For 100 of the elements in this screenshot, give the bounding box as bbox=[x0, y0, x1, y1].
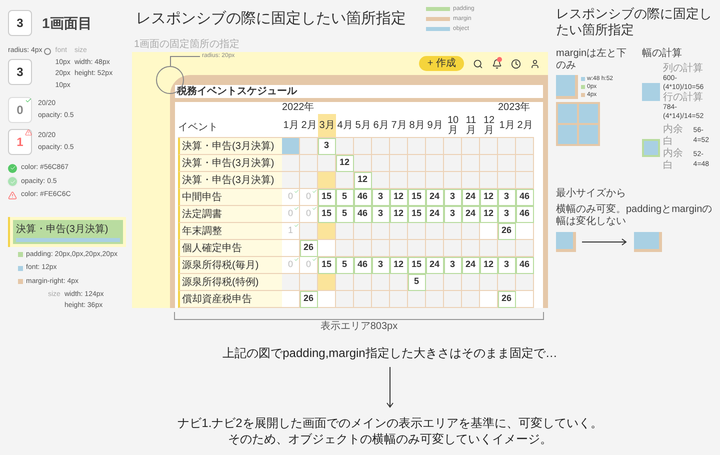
count-cell[interactable]: 24 bbox=[462, 206, 480, 223]
count-cell[interactable]: 26 bbox=[300, 240, 318, 257]
count-cell[interactable]: 3 bbox=[444, 189, 462, 206]
user-icon[interactable] bbox=[530, 58, 540, 68]
check-icon bbox=[25, 97, 32, 104]
count-cell[interactable]: 15 bbox=[318, 206, 336, 223]
note-text: 最小サイズから bbox=[556, 188, 627, 200]
event-label: 中間申告 bbox=[178, 189, 282, 206]
count-cell[interactable]: 12 bbox=[390, 189, 408, 206]
count-cell[interactable]: 12 bbox=[336, 155, 354, 172]
note-text: 横幅のみ可変。paddingとmarginの幅は変化しない bbox=[556, 204, 714, 228]
count-cell[interactable]: 46 bbox=[354, 189, 372, 206]
count-cell[interactable]: 46 bbox=[354, 257, 372, 274]
object-box bbox=[634, 232, 662, 252]
status-card: 1 bbox=[8, 129, 32, 155]
search-icon[interactable] bbox=[473, 58, 483, 68]
status-card: 3 bbox=[8, 58, 32, 84]
count-cell[interactable]: 5 bbox=[336, 206, 354, 223]
event-label: 決算・申告(3月決算) bbox=[178, 155, 282, 172]
event-label: 償却資産税申告 bbox=[178, 291, 282, 308]
count-cell[interactable]: 12 bbox=[354, 172, 372, 189]
calc-label: 列の計算 bbox=[663, 63, 704, 74]
count-cell[interactable]: 12 bbox=[390, 257, 408, 274]
object-box bbox=[642, 139, 660, 157]
panel-title: 税務イベントスケジュール bbox=[175, 85, 543, 98]
bell-icon[interactable] bbox=[492, 58, 502, 68]
count-cell[interactable]: 46 bbox=[516, 189, 534, 206]
section-title: 1画面目 bbox=[42, 14, 92, 32]
check-icon bbox=[312, 257, 317, 262]
count-cell[interactable]: 46 bbox=[516, 206, 534, 223]
count-cell[interactable]: 3 bbox=[498, 206, 516, 223]
check-icon bbox=[312, 189, 317, 194]
note-text: 幅の計算 bbox=[642, 48, 683, 60]
count-cell[interactable]: 12 bbox=[480, 257, 498, 274]
status-card: 3 bbox=[8, 10, 32, 36]
count-cell[interactable]: 3 bbox=[372, 257, 390, 274]
count-cell[interactable]: 3 bbox=[444, 206, 462, 223]
count-cell[interactable]: 12 bbox=[480, 206, 498, 223]
check-icon bbox=[312, 206, 317, 211]
check-icon bbox=[294, 189, 299, 194]
count-cell[interactable]: 26 bbox=[498, 291, 516, 308]
note-text: marginは左と下のみ bbox=[556, 48, 628, 72]
count-cell[interactable]: 46 bbox=[516, 257, 534, 274]
count-cell[interactable]: 12 bbox=[480, 189, 498, 206]
count-cell[interactable]: 46 bbox=[354, 206, 372, 223]
event-label: 源泉所得税(特例) bbox=[178, 274, 282, 291]
note-text: 上記の図でpadding,margin指定した大きさはそのまま固定で… bbox=[222, 345, 558, 361]
count-cell[interactable]: 3 bbox=[318, 138, 336, 155]
section-title: レスポンシブの際に固定したい箇所指定 bbox=[556, 5, 713, 38]
down-arrow-icon bbox=[386, 367, 394, 409]
object-box bbox=[556, 232, 576, 252]
create-button[interactable]: + 作成 bbox=[419, 56, 464, 71]
count-cell[interactable]: 24 bbox=[462, 257, 480, 274]
year-label: 2023年 bbox=[498, 102, 532, 114]
calc-label: 行の計算 bbox=[663, 92, 704, 103]
count-cell[interactable]: 24 bbox=[426, 189, 444, 206]
count-cell[interactable]: 12 bbox=[390, 206, 408, 223]
leader-line bbox=[170, 56, 200, 66]
count-cell[interactable]: 15 bbox=[408, 206, 426, 223]
count-cell[interactable]: 3 bbox=[444, 257, 462, 274]
clock-icon[interactable] bbox=[511, 58, 521, 68]
count-cell[interactable]: 5 bbox=[336, 257, 354, 274]
month-header: 3月 bbox=[318, 114, 336, 138]
count-cell[interactable]: 15 bbox=[408, 189, 426, 206]
calc-label: 内余白 bbox=[663, 124, 684, 148]
count-cell[interactable]: 3 bbox=[372, 189, 390, 206]
count-cell[interactable]: 24 bbox=[462, 189, 480, 206]
event-label: 源泉所得税(毎月) bbox=[178, 257, 282, 274]
count-cell[interactable]: 24 bbox=[426, 206, 444, 223]
status-card: 0 bbox=[8, 97, 32, 123]
check-icon bbox=[294, 223, 299, 228]
section-title: レスポンシブの際に固定したい箇所指定 bbox=[136, 8, 406, 29]
event-label: 決算・申告(3月決算) bbox=[178, 172, 282, 189]
count-cell[interactable]: 5 bbox=[336, 189, 354, 206]
event-label: 個人確定申告 bbox=[178, 240, 282, 257]
warning-icon bbox=[25, 129, 32, 136]
event-label: 年末調整 bbox=[178, 223, 282, 240]
object-box bbox=[556, 75, 578, 99]
count-cell[interactable]: 5 bbox=[408, 274, 426, 291]
count-cell[interactable]: 24 bbox=[426, 257, 444, 274]
event-label: 決算・申告(3月決算) bbox=[16, 222, 110, 236]
count-cell[interactable]: 26 bbox=[498, 223, 516, 240]
calc-label: 内余白 bbox=[663, 148, 684, 172]
count-cell[interactable]: 3 bbox=[498, 257, 516, 274]
count-cell[interactable]: 26 bbox=[300, 291, 318, 308]
object-box bbox=[642, 83, 660, 101]
count-cell[interactable]: 15 bbox=[318, 257, 336, 274]
check-icon bbox=[294, 206, 299, 211]
caption-text: 1画面の固定箇所の指定 bbox=[133, 38, 240, 52]
annotation-text: 表示エリア803px bbox=[320, 320, 398, 334]
count-cell[interactable]: 3 bbox=[372, 206, 390, 223]
object-grid-drawing bbox=[556, 102, 600, 146]
count-cell[interactable]: 15 bbox=[318, 189, 336, 206]
count-cell[interactable]: 3 bbox=[498, 189, 516, 206]
event-label: 法定調書 bbox=[178, 206, 282, 223]
check-icon bbox=[294, 257, 299, 262]
note-text: ナビ1.ナビ2を展開した画面でのメインの表示エリアを基準に、可変していく。 bbox=[178, 415, 602, 431]
event-label: 決算・申告(3月決算) bbox=[178, 138, 282, 155]
count-cell[interactable]: 15 bbox=[408, 257, 426, 274]
year-label: 2022年 bbox=[282, 102, 316, 114]
